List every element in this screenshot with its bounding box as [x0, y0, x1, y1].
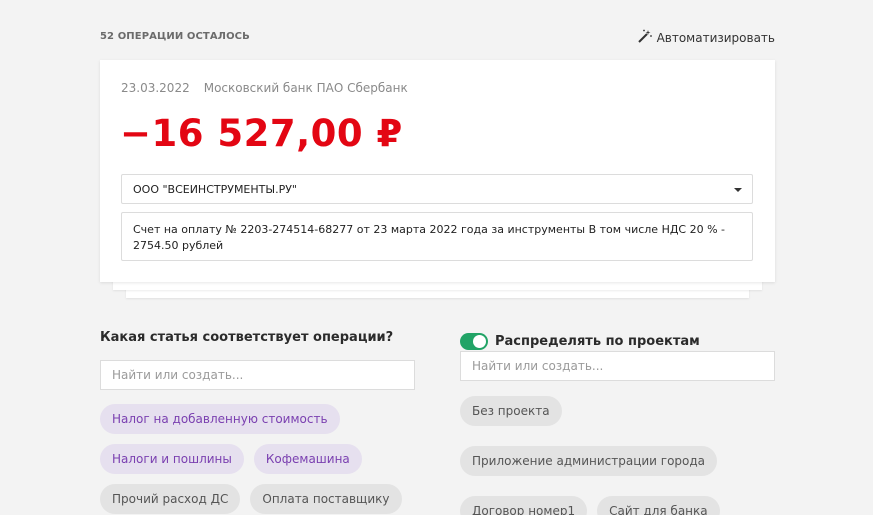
automate-label: Автоматизировать: [656, 30, 775, 45]
projects-toggle-label: Распределять по проектам: [495, 333, 700, 349]
projects-toggle-row: Распределять по проектам: [460, 332, 775, 350]
project-chip[interactable]: Приложение администрации города: [460, 446, 718, 476]
top-bar: 52 ОПЕРАЦИИ ОСТАЛОСЬ Автоматизировать: [100, 29, 775, 47]
operation-description: Счет на оплату № 2203-274514-68277 от 23…: [121, 212, 753, 261]
category-chip[interactable]: Оплата поставщику: [250, 484, 402, 514]
category-chip[interactable]: Налоги и пошлины: [100, 444, 244, 474]
projects-section: Распределять по проектам Без проекта При…: [460, 332, 775, 515]
categories-title: Какая статья соответствует операции?: [100, 330, 394, 345]
category-chip[interactable]: Кофемашина: [253, 444, 362, 474]
operation-meta: 23.03.2022 Московский банк ПАО Сбербанк: [121, 81, 408, 95]
projects-toggle[interactable]: [460, 332, 488, 350]
categories-section: Какая статья соответствует операции? Нал…: [100, 330, 415, 514]
category-chip[interactable]: Налог на добавленную стоимость: [100, 404, 340, 434]
project-chip[interactable]: Без проекта: [460, 396, 562, 426]
category-search-input[interactable]: [100, 360, 415, 390]
automate-button[interactable]: Автоматизировать: [637, 29, 775, 46]
operations-remaining: 52 ОПЕРАЦИИ ОСТАЛОСЬ: [100, 31, 250, 42]
project-chips: Без проекта Приложение администрации гор…: [460, 396, 775, 515]
operation-amount: −16 527,00 ₽: [120, 112, 403, 155]
counterparty-select[interactable]: ООО "ВСЕИНСТРУМЕНТЫ.РУ": [121, 174, 753, 204]
category-chips: Налог на добавленную стоимость Налоги и …: [100, 404, 415, 514]
project-chip[interactable]: Сайт для банка: [597, 496, 720, 515]
operation-date: 23.03.2022: [121, 81, 190, 95]
operation-bank: Московский банк ПАО Сбербанк: [203, 81, 408, 95]
project-search-input[interactable]: [460, 351, 775, 381]
caret-down-icon: [734, 188, 742, 192]
operation-card: 23.03.2022 Московский банк ПАО Сбербанк …: [100, 60, 775, 282]
magic-wand-icon: [637, 29, 652, 46]
project-chip[interactable]: Договор номер1: [460, 496, 588, 515]
category-chip[interactable]: Прочий расход ДС: [100, 484, 241, 514]
counterparty-value: ООО "ВСЕИНСТРУМЕНТЫ.РУ": [133, 183, 297, 196]
